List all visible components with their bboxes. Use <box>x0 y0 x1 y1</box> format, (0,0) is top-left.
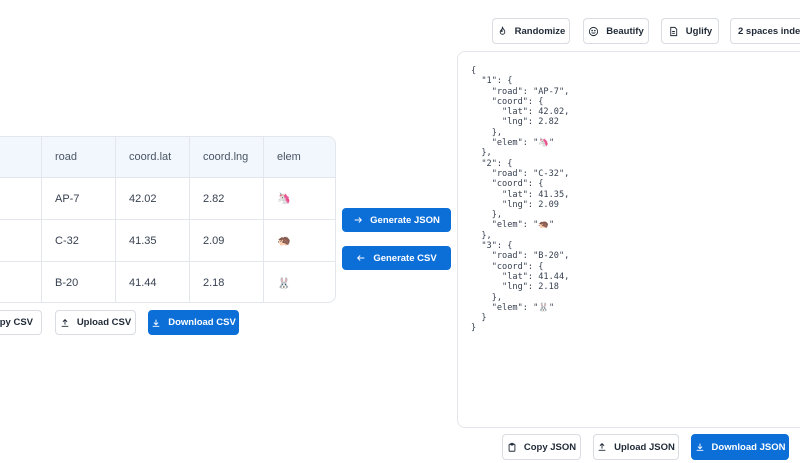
download-icon <box>152 319 160 327</box>
download-csv-label: Download CSV <box>168 317 236 328</box>
arrow-right-icon <box>354 217 363 223</box>
column-header-elem: elem <box>263 137 335 177</box>
table-cell[interactable] <box>0 178 41 219</box>
upload-json-label: Upload JSON <box>614 441 675 453</box>
table-cell[interactable]: 2.18 <box>189 262 263 302</box>
copy-csv-label: Copy CSV <box>0 317 33 328</box>
arrow-left-icon <box>357 255 365 261</box>
csv-table: road coord.lat coord.lng elem AP-7 42.02… <box>0 136 336 303</box>
json-editor[interactable]: { "1": { "road": "AP-7", "coord": { "lat… <box>457 51 800 428</box>
json-text[interactable]: { "1": { "road": "AP-7", "coord": { "lat… <box>471 66 569 334</box>
table-row: B-20 41.44 2.18 🐰 <box>0 262 335 302</box>
upload-csv-button[interactable]: Upload CSV <box>55 310 136 335</box>
generate-csv-label: Generate CSV <box>373 252 437 264</box>
upload-icon <box>598 443 606 451</box>
beautify-label: Beautify <box>606 25 644 37</box>
table-cell[interactable]: B-20 <box>41 262 115 302</box>
smile-icon <box>589 26 599 36</box>
column-header-index <box>0 137 41 177</box>
table-header: road coord.lat coord.lng elem <box>0 137 335 178</box>
clipboard-icon <box>508 442 516 452</box>
download-csv-button[interactable]: Download CSV <box>148 310 239 335</box>
table-cell[interactable]: 41.44 <box>115 262 189 302</box>
randomize-button[interactable]: Randomize <box>492 18 570 44</box>
indent-select[interactable]: 2 spaces indent <box>730 18 800 44</box>
generate-json-label: Generate JSON <box>370 214 440 226</box>
table-cell[interactable]: 🦄 <box>263 178 335 219</box>
column-header-road: road <box>41 137 115 177</box>
column-header-lng: coord.lng <box>189 137 263 177</box>
download-json-label: Download JSON <box>711 441 786 453</box>
upload-json-button[interactable]: Upload JSON <box>593 434 679 460</box>
table-row: C-32 41.35 2.09 🦔 <box>0 220 335 262</box>
table-cell[interactable]: 🐰 <box>263 262 335 302</box>
table-cell[interactable] <box>0 262 41 302</box>
copy-json-button[interactable]: Copy JSON <box>502 434 581 460</box>
table-cell[interactable]: 🦔 <box>263 220 335 261</box>
column-header-lat: coord.lat <box>115 137 189 177</box>
flame-icon <box>499 25 505 35</box>
table-cell[interactable]: AP-7 <box>41 178 115 219</box>
download-json-button[interactable]: Download JSON <box>691 434 789 460</box>
uglify-label: Uglify <box>685 25 713 37</box>
table-cell[interactable] <box>0 220 41 261</box>
file-icon <box>670 26 677 36</box>
table-cell[interactable]: 41.35 <box>115 220 189 261</box>
randomize-label: Randomize <box>514 25 566 37</box>
beautify-button[interactable]: Beautify <box>583 18 649 44</box>
copy-csv-button[interactable]: Copy CSV <box>0 310 42 335</box>
indent-label: 2 spaces indent <box>738 25 800 37</box>
uglify-button[interactable]: Uglify <box>661 18 719 44</box>
download-icon <box>696 443 703 451</box>
copy-json-label: Copy JSON <box>523 441 577 453</box>
table-cell[interactable]: 2.82 <box>189 178 263 219</box>
table-row: AP-7 42.02 2.82 🦄 <box>0 178 335 220</box>
table-cell[interactable]: C-32 <box>41 220 115 261</box>
upload-csv-label: Upload CSV <box>76 317 132 328</box>
table-cell[interactable]: 2.09 <box>189 220 263 261</box>
generate-json-button[interactable]: Generate JSON <box>342 208 451 232</box>
table-cell[interactable]: 42.02 <box>115 178 189 219</box>
upload-icon <box>61 318 69 327</box>
generate-csv-button[interactable]: Generate CSV <box>342 246 451 270</box>
